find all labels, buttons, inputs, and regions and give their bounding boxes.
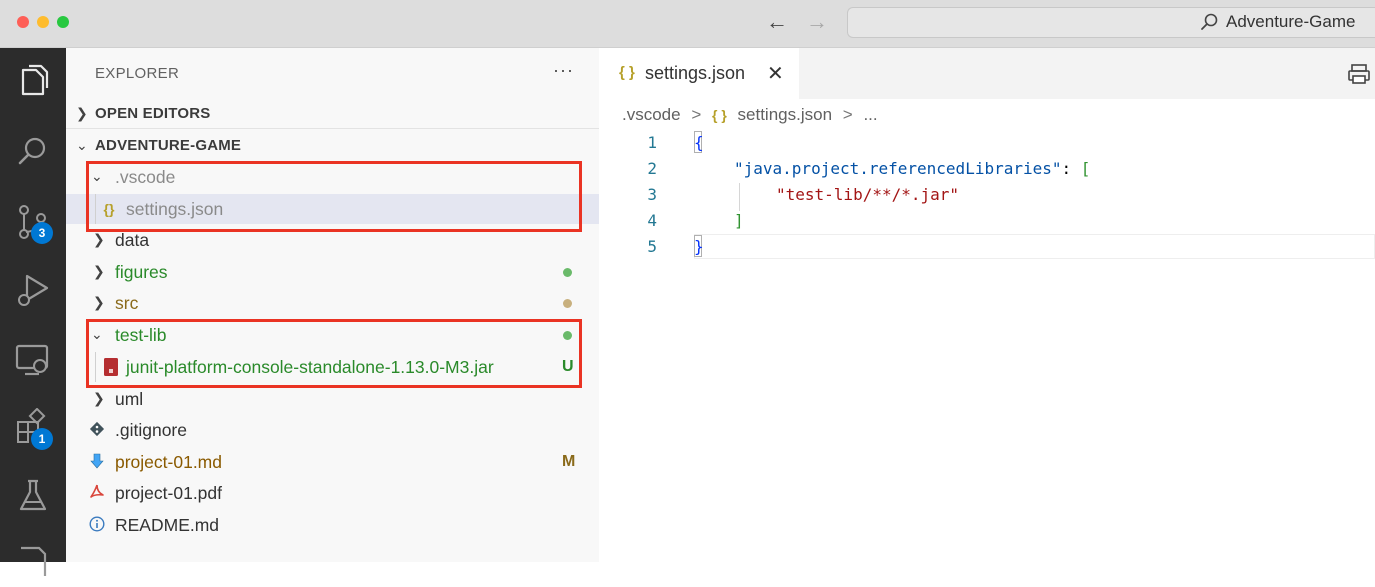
activity-bar: 3 1: [0, 48, 66, 576]
title-bar: ← → Adventure-Game: [0, 0, 1375, 48]
folder-name: uml: [115, 389, 144, 409]
line-number: 4: [647, 211, 657, 230]
more-actions-icon[interactable]: ···: [553, 60, 574, 81]
chevron-right-icon: ❯: [93, 294, 105, 310]
run-debug-icon[interactable]: [13, 270, 53, 310]
tab-label: settings.json: [645, 63, 746, 83]
json-colon: :: [1061, 159, 1081, 178]
code-line-4[interactable]: ]: [734, 211, 744, 230]
search-view-icon[interactable]: [13, 132, 53, 172]
line-number: 5: [647, 237, 657, 256]
highlight-box-vscode: [86, 161, 582, 232]
chevron-right-icon: ❯: [93, 390, 105, 406]
git-icon: [88, 421, 106, 439]
forward-arrow-icon[interactable]: →: [806, 10, 828, 34]
json-icon: { }: [619, 64, 635, 81]
close-icon[interactable]: ✕: [767, 61, 784, 86]
chevron-right-icon: ❯: [93, 231, 105, 247]
breadcrumb-more[interactable]: ...: [863, 105, 877, 124]
git-status-dot: [563, 268, 572, 277]
minimize-window-button[interactable]: [37, 16, 49, 28]
git-status-modified: M: [562, 453, 576, 470]
folder-name: src: [115, 293, 139, 313]
project-label: ADVENTURE-GAME: [95, 137, 242, 154]
highlight-box-test-lib: [86, 319, 582, 388]
tab-bar: { } settings.json ✕: [599, 48, 1375, 99]
line-number: 1: [647, 133, 657, 152]
json-icon: { }: [712, 107, 727, 123]
info-icon: [88, 516, 106, 534]
breadcrumb-folder[interactable]: .vscode: [622, 105, 681, 124]
tree-folder-uml[interactable]: ❯ uml: [66, 384, 599, 414]
json-key: "java.project.referencedLibraries": [734, 159, 1062, 178]
line-number: 2: [647, 159, 657, 178]
breadcrumb-separator: >: [691, 105, 702, 124]
back-arrow-icon[interactable]: ←: [766, 10, 788, 34]
extensions-badge: 1: [31, 428, 53, 450]
explorer-icon[interactable]: [13, 62, 53, 102]
code-line-3[interactable]: "test-lib/**/*.jar": [776, 185, 959, 204]
chevron-right-icon: ❯: [76, 105, 88, 121]
markdown-icon: [88, 453, 106, 471]
search-text[interactable]: Adventure-Game: [1226, 12, 1355, 32]
explorer-sidebar: EXPLORER ··· ❯ OPEN EDITORS ⌄ ADVENTURE-…: [66, 48, 599, 562]
git-status-dot: [563, 299, 572, 308]
tree-folder-src[interactable]: ❯ src: [66, 288, 599, 318]
search-icon: [1201, 13, 1218, 30]
tree-file-readme[interactable]: README.md: [66, 510, 599, 540]
code-line-2[interactable]: "java.project.referencedLibraries": [: [734, 159, 1090, 178]
explorer-title: EXPLORER: [95, 65, 180, 82]
file-name: README.md: [115, 515, 220, 535]
close-window-button[interactable]: [17, 16, 29, 28]
editor-area: { } settings.json ✕ .vscode > { } settin…: [599, 48, 1375, 562]
zoom-window-button[interactable]: [57, 16, 69, 28]
section-divider: [66, 128, 599, 129]
breadcrumb-separator: >: [842, 105, 853, 124]
json-array-open: [: [1080, 159, 1091, 178]
breadcrumb: .vscode > { } settings.json > ...: [622, 105, 878, 125]
open-editors-section[interactable]: ❯ OPEN EDITORS: [66, 99, 599, 129]
tree-folder-figures[interactable]: ❯ figures: [66, 257, 599, 287]
indent-guide: [739, 183, 740, 211]
notebook-icon[interactable]: [13, 542, 53, 582]
file-name: project-01.md: [115, 452, 222, 472]
tree-file-gitignore[interactable]: .gitignore: [66, 415, 599, 445]
project-section[interactable]: ⌄ ADVENTURE-GAME: [66, 131, 599, 161]
line-number: 3: [647, 185, 657, 204]
breadcrumb-file[interactable]: settings.json: [738, 105, 833, 124]
chevron-right-icon: ❯: [93, 263, 105, 279]
source-control-badge: 3: [31, 222, 53, 244]
testing-flask-icon[interactable]: [13, 476, 53, 516]
chevron-down-icon: ⌄: [76, 137, 88, 153]
open-settings-ui-icon[interactable]: [1347, 62, 1371, 86]
pdf-icon: [88, 484, 106, 502]
open-editors-label: OPEN EDITORS: [95, 105, 211, 122]
tree-file-project-md[interactable]: project-01.md M: [66, 447, 599, 477]
tab-settings-json[interactable]: { } settings.json ✕: [599, 48, 799, 99]
remote-explorer-icon[interactable]: [13, 340, 53, 380]
current-line-highlight: [694, 234, 1375, 259]
folder-name: figures: [115, 262, 168, 282]
code-line-1[interactable]: {: [694, 133, 704, 152]
tree-file-project-pdf[interactable]: project-01.pdf: [66, 478, 599, 508]
folder-name: data: [115, 230, 150, 250]
file-name: project-01.pdf: [115, 483, 223, 503]
code-line-5[interactable]: }: [694, 237, 704, 256]
file-name: .gitignore: [115, 420, 187, 440]
